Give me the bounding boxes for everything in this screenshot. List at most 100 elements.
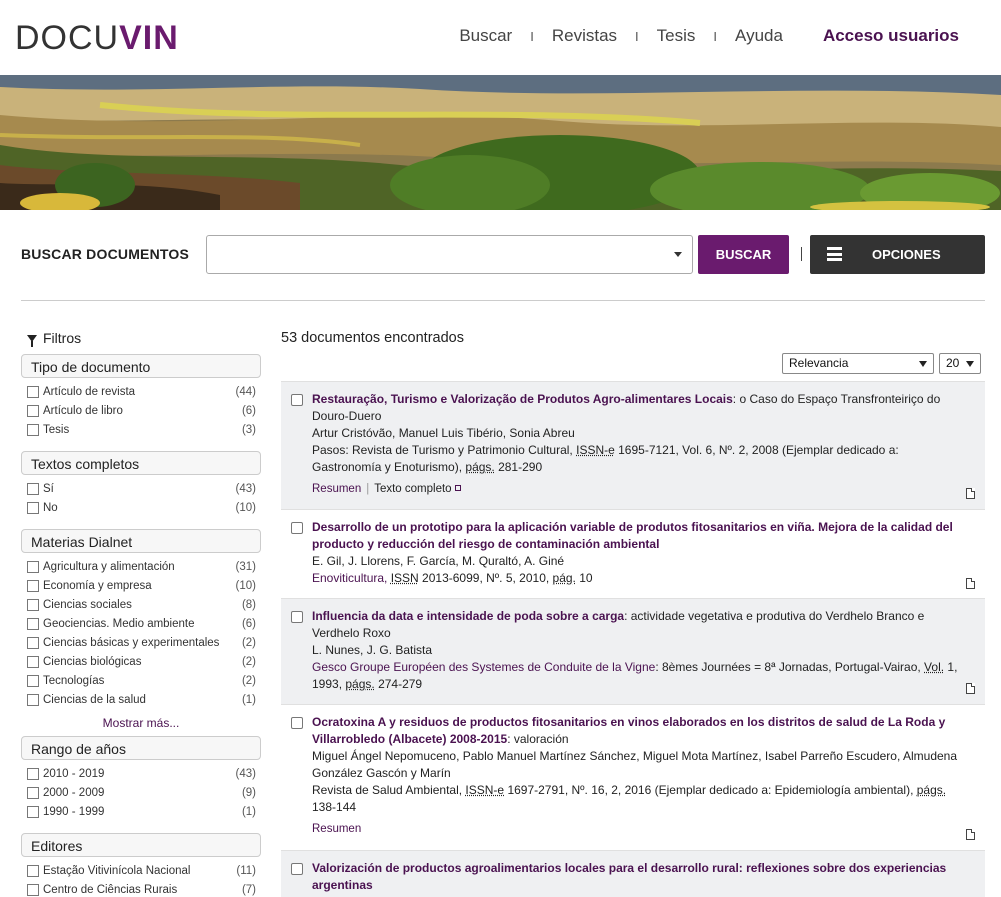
- facet-label: Centro de Ciências Rurais: [43, 884, 242, 896]
- checkbox[interactable]: [291, 611, 303, 623]
- checkbox[interactable]: [27, 502, 39, 514]
- facet-item[interactable]: Estação Vitivinícola Nacional (11): [27, 861, 256, 880]
- facet-item[interactable]: 1990 - 1999 (1): [27, 802, 256, 821]
- facet-item[interactable]: Ciencias básicas y experimentales (2): [27, 633, 256, 652]
- search-field[interactable]: [206, 235, 693, 274]
- facet-group-editores[interactable]: Editores: [21, 833, 261, 857]
- nav-separator: I: [713, 29, 717, 44]
- source-text[interactable]: Gesco Groupe Européen des Systemes de Co…: [312, 660, 655, 674]
- per-page-select[interactable]: 20: [939, 353, 981, 374]
- facet-count: (6): [242, 405, 256, 417]
- full-text-link[interactable]: Texto completo: [374, 483, 451, 495]
- facet-item[interactable]: 2000 - 2009 (9): [27, 783, 256, 802]
- checkbox[interactable]: [291, 717, 303, 729]
- external-link-icon[interactable]: [455, 485, 461, 491]
- facet-item[interactable]: 2010 - 2019 (43): [27, 764, 256, 783]
- checkbox[interactable]: [27, 806, 39, 818]
- facet-item[interactable]: Ciencias sociales (8): [27, 595, 256, 614]
- checkbox[interactable]: [291, 522, 303, 534]
- result-title[interactable]: Restauração, Turismo e Valorização de Pr…: [312, 392, 733, 406]
- show-more-link[interactable]: Mostrar más...: [21, 716, 261, 730]
- document-icon[interactable]: [966, 488, 975, 499]
- result-heading: Valorización de productos agroalimentari…: [312, 860, 962, 894]
- document-icon[interactable]: [966, 683, 975, 694]
- facet-item[interactable]: Geociencias. Medio ambiente (6): [27, 614, 256, 633]
- checkbox[interactable]: [27, 637, 39, 649]
- checkbox[interactable]: [27, 656, 39, 668]
- chevron-down-icon[interactable]: [674, 252, 682, 257]
- facet-item[interactable]: Ciencias biológicas (2): [27, 652, 256, 671]
- source-abbr: pág.: [553, 571, 576, 585]
- logo-text-vin: VIN: [119, 19, 179, 57]
- source-abbr: págs.: [345, 677, 374, 691]
- result-title[interactable]: Influencia da data e intensidade de poda…: [312, 609, 624, 623]
- facet-item[interactable]: Sí (43): [27, 479, 256, 498]
- vineyard-landscape-image: [0, 75, 1001, 210]
- nav-revistas[interactable]: Revistas: [552, 26, 617, 46]
- logo[interactable]: DOCUVIN: [15, 18, 179, 58]
- result-heading: Influencia da data e intensidade de poda…: [312, 608, 962, 642]
- facet-group-materias[interactable]: Materias Dialnet: [21, 529, 261, 553]
- result-title[interactable]: Desarrollo de un prototipo para la aplic…: [312, 520, 953, 551]
- nav-buscar[interactable]: Buscar: [459, 26, 512, 46]
- result-body: Desarrollo de un prototipo para la aplic…: [312, 519, 962, 587]
- result-title[interactable]: Ocratoxina A y residuos de productos fit…: [312, 715, 945, 746]
- checkbox[interactable]: [27, 386, 39, 398]
- facet-label: Artículo de libro: [43, 405, 242, 417]
- document-icon[interactable]: [966, 829, 975, 840]
- document-icon[interactable]: [966, 578, 975, 589]
- facet-count: (1): [242, 694, 256, 706]
- divider: [801, 247, 802, 261]
- checkbox[interactable]: [27, 580, 39, 592]
- checkbox[interactable]: [27, 865, 39, 877]
- nav-tesis[interactable]: Tesis: [657, 26, 696, 46]
- facet-item[interactable]: Tecnologías (2): [27, 671, 256, 690]
- facet-label: Estação Vitivinícola Nacional: [43, 865, 236, 877]
- result-authors: Miguel Ángel Nepomuceno, Pablo Manuel Ma…: [312, 748, 962, 782]
- nav-acceso-usuarios[interactable]: Acceso usuarios: [823, 26, 959, 46]
- checkbox[interactable]: [27, 561, 39, 573]
- result-title[interactable]: Valorización de productos agroalimentari…: [312, 861, 946, 892]
- source-text[interactable]: Enoviticultura,: [312, 571, 391, 585]
- checkbox[interactable]: [27, 483, 39, 495]
- checkbox[interactable]: [27, 424, 39, 436]
- facet-label: Ciencias de la salud: [43, 694, 242, 706]
- facet-group-textos-completos[interactable]: Textos completos: [21, 451, 261, 475]
- checkbox[interactable]: [27, 884, 39, 896]
- facet-item[interactable]: No (10): [27, 498, 256, 517]
- checkbox[interactable]: [291, 394, 303, 406]
- checkbox[interactable]: [291, 863, 303, 875]
- facet-group-rango-anos[interactable]: Rango de años: [21, 736, 261, 760]
- facet-count: (9): [242, 787, 256, 799]
- checkbox[interactable]: [27, 405, 39, 417]
- checkbox[interactable]: [27, 599, 39, 611]
- checkbox[interactable]: [27, 694, 39, 706]
- facet-item[interactable]: Ciencias de la salud (1): [27, 690, 256, 709]
- facet-label: 2000 - 2009: [43, 787, 242, 799]
- nav-separator: I: [635, 29, 639, 44]
- facet-item[interactable]: Economía y empresa (10): [27, 576, 256, 595]
- facet-item[interactable]: Artículo de libro (6): [27, 401, 256, 420]
- facet-item[interactable]: Centro de Ciências Rurais (7): [27, 880, 256, 897]
- result-body: Valorización de productos agroalimentari…: [312, 860, 962, 894]
- resumen-link[interactable]: Resumen: [312, 483, 361, 495]
- chevron-down-icon: [966, 361, 974, 367]
- opciones-button[interactable]: OPCIONES: [810, 235, 985, 274]
- checkbox[interactable]: [27, 787, 39, 799]
- facet-group-tipo-documento[interactable]: Tipo de documento: [21, 354, 261, 378]
- buscar-button[interactable]: BUSCAR: [698, 235, 789, 274]
- sort-select[interactable]: Relevancia: [782, 353, 934, 374]
- facet-item[interactable]: Agricultura y alimentación (31): [27, 557, 256, 576]
- result-body: Restauração, Turismo e Valorização de Pr…: [312, 391, 962, 498]
- source-abbr: ISSN: [391, 571, 419, 585]
- resumen-link[interactable]: Resumen: [312, 823, 361, 835]
- checkbox[interactable]: [27, 618, 39, 630]
- facet-item[interactable]: Artículo de revista (44): [27, 382, 256, 401]
- filters-title: Filtros: [43, 330, 81, 346]
- checkbox[interactable]: [27, 675, 39, 687]
- checkbox[interactable]: [27, 768, 39, 780]
- facet-count: (2): [242, 675, 256, 687]
- facet-item[interactable]: Tesis (3): [27, 420, 256, 439]
- search-input[interactable]: [207, 236, 657, 273]
- nav-ayuda[interactable]: Ayuda: [735, 26, 783, 46]
